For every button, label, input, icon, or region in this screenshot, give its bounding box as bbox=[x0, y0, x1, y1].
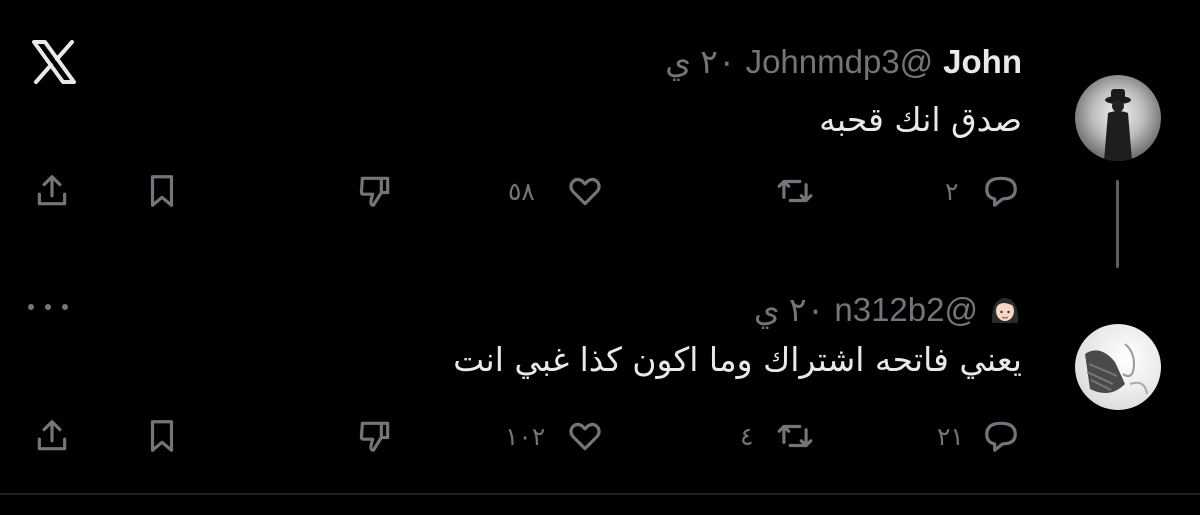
x-logo-icon[interactable] bbox=[28, 36, 80, 88]
retweet-icon[interactable] bbox=[776, 172, 814, 210]
tweet-text: صدق انك قحبه bbox=[819, 100, 1022, 139]
like-count: ١٠٢ bbox=[505, 422, 546, 451]
like-icon[interactable] bbox=[566, 172, 604, 210]
reply-icon[interactable] bbox=[982, 417, 1020, 455]
tweet-handle[interactable]: n312b2@ bbox=[834, 291, 978, 329]
bookmark-icon[interactable] bbox=[143, 172, 181, 210]
tweet-time[interactable]: ٢٠ ي bbox=[665, 42, 735, 81]
tweet-header: ٢٠ ي n312b2@ bbox=[754, 290, 1022, 329]
avatar-figure-icon bbox=[1104, 89, 1132, 161]
tweet-header: ٢٠ ي Johnmdp3@ John bbox=[665, 42, 1022, 81]
avatar[interactable] bbox=[1075, 324, 1161, 410]
reply-count: ٢١ bbox=[937, 422, 964, 451]
thread-line bbox=[1116, 180, 1119, 268]
tweet-text: يعني فاتحه اشتراك وما اكون كذا غبي انت bbox=[453, 340, 1022, 379]
share-icon[interactable] bbox=[33, 172, 71, 210]
reply-icon[interactable] bbox=[982, 172, 1020, 210]
avatar[interactable] bbox=[1075, 75, 1161, 161]
more-options-icon[interactable] bbox=[28, 300, 68, 314]
like-icon[interactable] bbox=[566, 417, 604, 455]
tweet-handle[interactable]: Johnmdp3@ bbox=[746, 43, 934, 81]
like-count: ٥٨ bbox=[508, 177, 535, 206]
retweet-icon[interactable] bbox=[776, 417, 814, 455]
woman-emoji-icon bbox=[988, 293, 1022, 327]
tweet-time[interactable]: ٢٠ ي bbox=[754, 290, 824, 329]
dislike-icon[interactable] bbox=[356, 172, 394, 210]
bookmark-icon[interactable] bbox=[143, 417, 181, 455]
share-icon[interactable] bbox=[33, 417, 71, 455]
tweet-author-name[interactable]: John bbox=[943, 43, 1022, 81]
avatar-photo-icon bbox=[1085, 343, 1148, 395]
retweet-count: ٤ bbox=[740, 422, 754, 451]
dislike-icon[interactable] bbox=[356, 417, 394, 455]
divider bbox=[0, 493, 1200, 495]
reply-count: ٢ bbox=[945, 177, 959, 206]
